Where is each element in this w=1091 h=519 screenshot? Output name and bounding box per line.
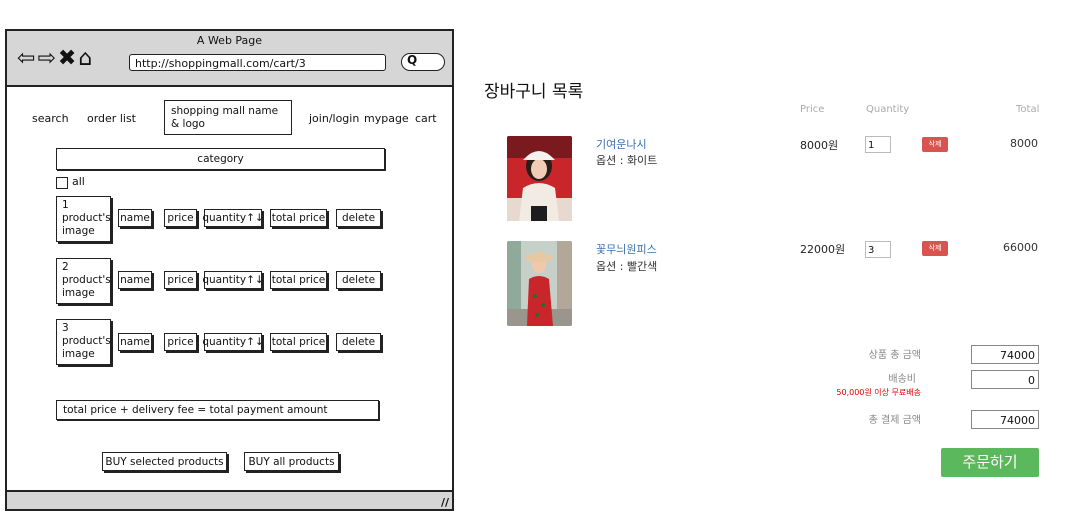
nav-mypage[interactable]: mypage: [364, 112, 409, 125]
item-total: 8000: [1010, 137, 1038, 150]
delete-button[interactable]: 삭제: [922, 241, 948, 256]
product-image-placeholder: 2 product's image: [56, 258, 111, 304]
category-bar[interactable]: category: [56, 148, 385, 170]
product-image-placeholder: 3 product's image: [56, 319, 111, 365]
forward-icon[interactable]: ⇨: [37, 46, 57, 71]
product-image-placeholder: 1 product's image: [56, 196, 111, 242]
product-thumbnail[interactable]: [507, 136, 572, 221]
browser-toolbar: A Web Page ⇦⇨✖⌂ http://shoppingmall.com/…: [7, 31, 452, 87]
product-option: 옵션 : 빨간색: [596, 260, 658, 273]
delivery-label: 배송비: [888, 374, 916, 385]
nav-join-login[interactable]: join/login: [309, 112, 359, 125]
product-price: 8000원: [800, 139, 839, 152]
product-photo-icon: [507, 136, 572, 221]
url-bar[interactable]: http://shoppingmall.com/cart/3: [129, 54, 386, 71]
logo-line-1: shopping mall name: [171, 104, 279, 117]
browser-status-bar: //: [7, 490, 452, 509]
product-name-link[interactable]: 꽃무늬원피스: [596, 241, 657, 257]
image-label: product's: [62, 212, 111, 224]
image-label: product's: [62, 335, 111, 347]
free-delivery-note: 50,000원 이상 무료배송: [836, 388, 921, 397]
total-price-cell: total price: [270, 333, 327, 351]
grand-total-label: 총 결제 금액: [868, 415, 921, 426]
image-label: product's: [62, 274, 111, 286]
row-number: 1: [62, 199, 69, 211]
logo-box[interactable]: shopping mall name & logo: [164, 100, 292, 135]
product-price: 22000원: [800, 243, 846, 256]
price-cell: price: [164, 333, 197, 351]
product-thumbnail[interactable]: [507, 241, 572, 326]
cart-title: 장바구니 목록: [484, 82, 584, 102]
quantity-input[interactable]: 3: [865, 241, 891, 258]
close-icon[interactable]: ✖: [58, 46, 78, 71]
image-label: image: [62, 287, 95, 299]
row-number: 3: [62, 322, 69, 334]
nav-search[interactable]: search: [32, 112, 69, 125]
subtotal-label: 상품 총 금액: [868, 350, 921, 361]
item-total: 66000: [1003, 241, 1038, 254]
total-formula: total price + delivery fee = total payme…: [56, 400, 379, 420]
quantity-cell[interactable]: quantity↑↓: [202, 333, 264, 351]
image-label: image: [62, 225, 95, 237]
name-cell: name: [118, 271, 152, 289]
name-cell: name: [118, 333, 152, 351]
image-label: image: [62, 348, 95, 360]
subtotal-field: 74000: [971, 345, 1039, 364]
delete-button[interactable]: delete: [336, 271, 381, 289]
quantity-cell[interactable]: quantity↑↓: [202, 271, 264, 289]
nav-order-list[interactable]: order list: [87, 112, 136, 125]
header-total: Total: [1016, 104, 1040, 115]
product-name-link[interactable]: 기여운나시: [596, 136, 647, 152]
logo-line-2: & logo: [171, 117, 205, 130]
total-price-cell: total price: [270, 209, 327, 227]
row-number: 2: [62, 261, 69, 273]
browser-nav-icons: ⇦⇨✖⌂: [17, 47, 94, 71]
delete-button[interactable]: delete: [336, 209, 381, 227]
delete-button[interactable]: delete: [336, 333, 381, 351]
header-price: Price: [800, 104, 825, 115]
wireframe-browser: A Web Page ⇦⇨✖⌂ http://shoppingmall.com/…: [5, 29, 454, 511]
product-option: 옵션 : 화이트: [596, 154, 658, 167]
quantity-input[interactable]: 1: [865, 136, 891, 153]
select-all-checkbox[interactable]: [56, 177, 68, 189]
search-icon: Q: [407, 53, 418, 67]
back-icon[interactable]: ⇦: [17, 46, 37, 71]
select-all-label: all: [72, 175, 85, 188]
price-cell: price: [164, 271, 197, 289]
buy-all-button[interactable]: BUY all products: [244, 452, 339, 471]
browser-search[interactable]: Q: [401, 53, 445, 71]
quantity-cell[interactable]: quantity↑↓: [202, 209, 264, 227]
resize-grip-icon[interactable]: //: [441, 496, 449, 509]
grand-total-field: 74000: [971, 410, 1039, 429]
name-cell: name: [118, 209, 152, 227]
buy-selected-button[interactable]: BUY selected products: [102, 452, 227, 471]
price-cell: price: [164, 209, 197, 227]
nav-cart[interactable]: cart: [415, 112, 437, 125]
total-price-cell: total price: [270, 271, 327, 289]
delete-button[interactable]: 삭제: [922, 137, 948, 152]
order-button[interactable]: 주문하기: [941, 448, 1039, 477]
home-icon[interactable]: ⌂: [78, 46, 94, 71]
delivery-fee-field: 0: [971, 370, 1039, 389]
product-photo-icon: [507, 241, 572, 326]
header-quantity: Quantity: [866, 104, 910, 115]
